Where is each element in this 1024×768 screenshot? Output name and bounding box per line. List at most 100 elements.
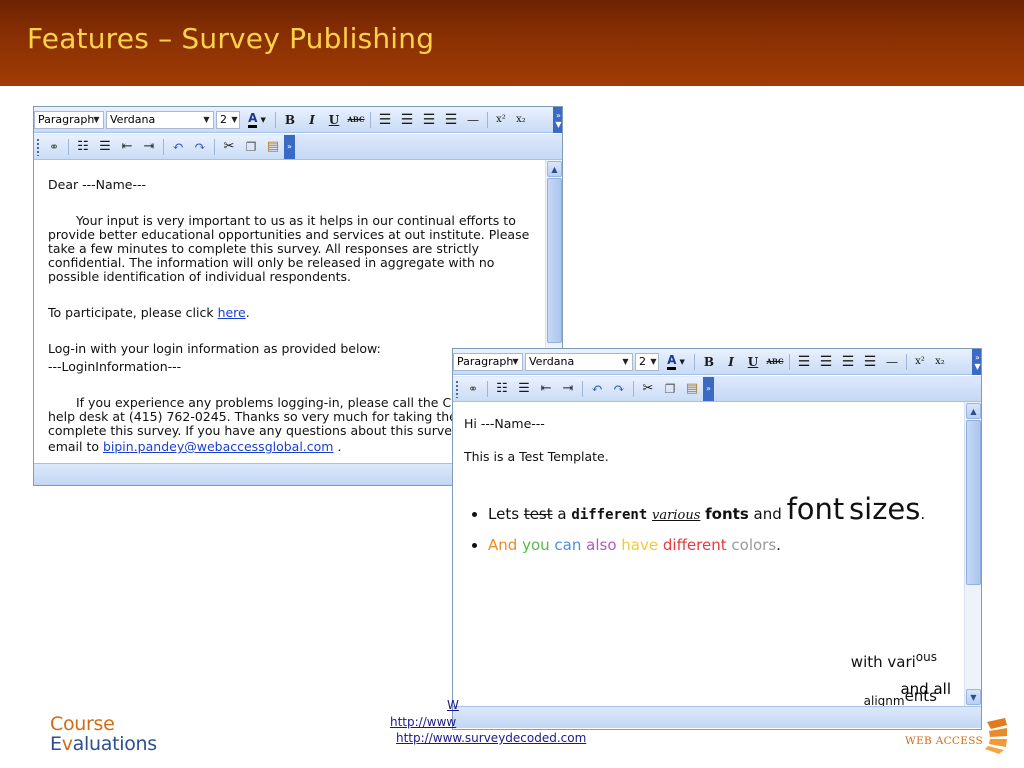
intro-paragraph: Your input is very important to us as it… bbox=[48, 213, 530, 284]
outdent-icon: ⇤ bbox=[121, 139, 133, 154]
justify-button[interactable]: ☰ bbox=[440, 110, 462, 130]
underline-button[interactable]: U bbox=[323, 110, 345, 130]
toolbar-grip bbox=[36, 137, 40, 156]
horizontal-rule-icon: — bbox=[886, 354, 898, 369]
separator bbox=[694, 353, 695, 370]
superscript-button[interactable]: x² bbox=[910, 352, 930, 372]
justify-icon: ☰ bbox=[444, 111, 458, 128]
italic-button[interactable]: I bbox=[720, 352, 742, 372]
format-select[interactable]: Paragraph ▼ bbox=[34, 110, 104, 129]
separator bbox=[68, 138, 69, 155]
copy-button[interactable]: ❐ bbox=[659, 379, 681, 399]
outdent-button[interactable]: ⇤ bbox=[535, 379, 557, 399]
strikethrough-button[interactable]: ABC bbox=[764, 352, 786, 372]
subscript-button[interactable]: x₂ bbox=[930, 352, 950, 372]
toolbar-overflow-button[interactable]: » bbox=[703, 376, 714, 401]
chevron-down-icon: ▼ bbox=[512, 357, 519, 366]
subscript-button[interactable]: x₂ bbox=[511, 110, 531, 130]
ordered-list-button[interactable]: ☷ bbox=[72, 137, 94, 157]
copy-button[interactable]: ❐ bbox=[240, 137, 262, 157]
copy-icon: ❐ bbox=[245, 139, 257, 154]
separator bbox=[487, 380, 488, 397]
outdent-button[interactable]: ⇤ bbox=[116, 137, 138, 157]
toolbar-overflow-button[interactable]: » ▼ bbox=[553, 107, 562, 133]
undo-button[interactable]: ↶ bbox=[586, 379, 608, 399]
strikethrough-button[interactable]: ABC bbox=[345, 110, 367, 130]
font-color-button[interactable]: A ▼ bbox=[242, 110, 272, 130]
chevron-down-icon: ▼ bbox=[231, 115, 238, 124]
horizontal-rule-button[interactable]: — bbox=[881, 352, 903, 372]
separator bbox=[275, 111, 276, 128]
format-select[interactable]: Paragraph ▼ bbox=[453, 352, 523, 371]
overflow-icon: » bbox=[556, 110, 561, 120]
bold-button[interactable]: B bbox=[279, 110, 301, 130]
align-right-icon: ☰ bbox=[422, 111, 436, 128]
scroll-up-button[interactable]: ▲ bbox=[966, 403, 981, 419]
footer-link-surveydecoded[interactable]: http://www.surveydecoded.com bbox=[396, 731, 586, 745]
align-center-button[interactable]: ☰ bbox=[815, 352, 837, 372]
chevron-down-icon: ▼ bbox=[260, 115, 266, 124]
editor2-content[interactable]: Hi ---Name--- This is a Test Template. L… bbox=[453, 402, 965, 709]
align-left-button[interactable]: ☰ bbox=[374, 110, 396, 130]
underline-button[interactable]: U bbox=[742, 352, 764, 372]
slide-title: Features – Survey Publishing bbox=[27, 22, 435, 55]
size-select[interactable]: 2 ▼ bbox=[635, 352, 659, 371]
email-link[interactable]: bipin.pandey@webaccessglobal.com bbox=[103, 439, 334, 454]
list-item: And you can also have different colors. bbox=[488, 535, 928, 555]
link-button[interactable]: ⚭ bbox=[43, 137, 65, 157]
unordered-list-button[interactable]: ☰ bbox=[513, 379, 535, 399]
font-color-button[interactable]: A ▼ bbox=[661, 352, 691, 372]
size-select[interactable]: 2 ▼ bbox=[216, 110, 240, 129]
redo-button[interactable]: ↷ bbox=[189, 137, 211, 157]
link-button[interactable]: ⚭ bbox=[462, 379, 484, 399]
chevron-down-icon: ▼ bbox=[555, 119, 562, 129]
italic-button[interactable]: I bbox=[301, 110, 323, 130]
cut-button[interactable]: ✂ bbox=[218, 137, 240, 157]
intro-line: This is a Test Template. bbox=[464, 449, 609, 464]
scroll-thumb[interactable] bbox=[966, 420, 981, 585]
web-access-logo: WEB ACCESS bbox=[903, 716, 1013, 756]
link-icon: ⚭ bbox=[467, 381, 479, 396]
undo-button[interactable]: ↶ bbox=[167, 137, 189, 157]
unordered-list-button[interactable]: ☰ bbox=[94, 137, 116, 157]
font-select[interactable]: Verdana ▼ bbox=[106, 110, 214, 129]
align-right-button[interactable]: ☰ bbox=[418, 110, 440, 130]
editor2-scrollbar[interactable]: ▲ ▼ bbox=[964, 402, 981, 706]
indent-button[interactable]: ⇥ bbox=[138, 137, 160, 157]
indent-button[interactable]: ⇥ bbox=[557, 379, 579, 399]
redo-icon: ↷ bbox=[194, 138, 206, 155]
greeting-line: Hi ---Name--- bbox=[464, 416, 545, 431]
toolbar-overflow-button[interactable]: » ▼ bbox=[972, 349, 981, 375]
footer-link-w[interactable]: W bbox=[447, 698, 459, 712]
bullet-list: Lets test a different various fonts and … bbox=[488, 490, 928, 555]
cut-button[interactable]: ✂ bbox=[637, 379, 659, 399]
align-right-icon: ☰ bbox=[841, 353, 855, 370]
separator bbox=[487, 111, 488, 128]
align-center-icon: ☰ bbox=[400, 111, 414, 128]
bold-button[interactable]: B bbox=[698, 352, 720, 372]
justify-button[interactable]: ☰ bbox=[859, 352, 881, 372]
toolbar-overflow-button[interactable]: » bbox=[284, 134, 295, 159]
editor2-toolbar-row2: ⚭ ☷ ☰ ⇤ ⇥ ↶ ↷ ✂ ❐ ▤ » bbox=[453, 376, 981, 402]
horizontal-rule-button[interactable]: — bbox=[462, 110, 484, 130]
editor2-toolbar-row1: Paragraph ▼ Verdana ▼ 2 ▼ A ▼ B I U ABC ☰… bbox=[453, 349, 981, 375]
redo-icon: ↷ bbox=[613, 380, 625, 397]
ordered-list-button[interactable]: ☷ bbox=[491, 379, 513, 399]
outdent-icon: ⇤ bbox=[540, 381, 552, 396]
ordered-list-icon: ☷ bbox=[496, 381, 508, 396]
indent-icon: ⇥ bbox=[143, 139, 155, 154]
scroll-up-button[interactable]: ▲ bbox=[547, 161, 562, 177]
paste-button[interactable]: ▤ bbox=[681, 379, 703, 399]
separator bbox=[214, 138, 215, 155]
align-center-button[interactable]: ☰ bbox=[396, 110, 418, 130]
here-link[interactable]: here bbox=[218, 305, 246, 320]
redo-button[interactable]: ↷ bbox=[608, 379, 630, 399]
paste-button[interactable]: ▤ bbox=[262, 137, 284, 157]
align-right-button[interactable]: ☰ bbox=[837, 352, 859, 372]
superscript-button[interactable]: x² bbox=[491, 110, 511, 130]
scroll-down-button[interactable]: ▼ bbox=[966, 689, 981, 705]
footer-link-webaccess[interactable]: http://www bbox=[390, 715, 456, 729]
font-select[interactable]: Verdana ▼ bbox=[525, 352, 633, 371]
scroll-thumb[interactable] bbox=[547, 178, 562, 343]
align-left-button[interactable]: ☰ bbox=[793, 352, 815, 372]
